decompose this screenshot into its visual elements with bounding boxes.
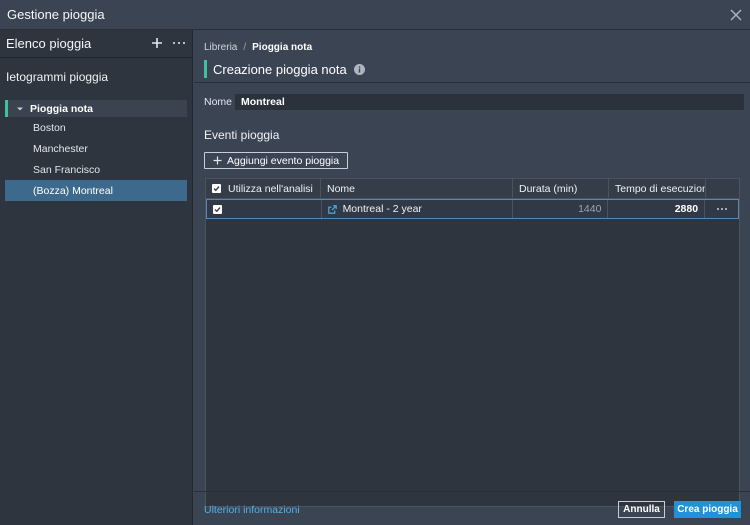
name-row: Nome	[204, 94, 744, 110]
window-title: Gestione pioggia	[7, 7, 105, 22]
page-title-text: Creazione pioggia nota	[213, 61, 347, 77]
more-info-link[interactable]: Ulteriori informazioni	[204, 504, 300, 516]
rain-events-table: Utilizza nell'analisi Nome Durata (min) …	[205, 178, 740, 507]
sidebar-title: Elenco pioggia	[6, 36, 92, 51]
info-icon[interactable]	[353, 63, 365, 75]
column-label: Utilizza nell'analisi	[228, 182, 313, 195]
sidebar-actions	[150, 36, 186, 50]
plus-icon	[213, 156, 222, 165]
rain-manager-window: Gestione pioggia Elenco pioggia Ietogram…	[0, 0, 750, 525]
table-header: Utilizza nell'analisi Nome Durata (min) …	[206, 179, 739, 199]
more-options-icon[interactable]	[172, 36, 186, 50]
table-row[interactable]: Montreal - 2 year 1440 2880	[206, 199, 739, 219]
tree-item-label: Pioggia nota	[30, 102, 93, 115]
more-options-icon[interactable]	[716, 207, 728, 211]
create-rain-button[interactable]: Crea pioggia	[674, 501, 741, 518]
event-name: Montreal - 2 year	[342, 203, 422, 215]
caret-down-icon[interactable]	[16, 105, 24, 113]
breadcrumb: Libreria / Pioggia nota	[204, 42, 312, 53]
add-icon[interactable]	[150, 36, 164, 50]
tree-item-manchester[interactable]: Manchester	[5, 138, 187, 159]
main-panel: Libreria / Pioggia nota Creazione pioggi…	[194, 30, 750, 525]
tree-item-boston[interactable]: Boston	[5, 117, 187, 138]
column-duration[interactable]: Durata (min)	[513, 179, 609, 198]
name-input[interactable]	[235, 94, 744, 110]
tree-item-montreal-draft[interactable]: (Bozza) Montreal	[5, 180, 187, 201]
column-actions	[706, 179, 739, 198]
external-link-icon[interactable]	[327, 204, 337, 214]
column-name[interactable]: Nome	[321, 179, 513, 198]
hyetographs-section-title: Ietogrammi pioggia	[6, 70, 109, 84]
select-all-checkbox[interactable]	[212, 184, 221, 193]
breadcrumb-separator: /	[243, 42, 247, 53]
breadcrumb-library[interactable]: Libreria	[204, 42, 237, 53]
rain-tree: Pioggia nota Boston Manchester San Franc…	[0, 100, 192, 201]
column-runtime[interactable]: Tempo di esecuzion...	[609, 179, 706, 198]
sidebar-header: Elenco pioggia	[0, 30, 192, 58]
breadcrumb-current: Pioggia nota	[252, 42, 313, 53]
close-icon[interactable]	[728, 7, 744, 23]
tree-item-known-rain[interactable]: Pioggia nota	[5, 100, 187, 117]
column-use-in-analysis[interactable]: Utilizza nell'analisi	[206, 179, 321, 198]
sidebar: Elenco pioggia Ietogrammi pioggia Pioggi…	[0, 30, 193, 525]
tree-item-san-francisco[interactable]: San Francisco	[5, 159, 187, 180]
use-cell	[207, 200, 322, 218]
add-rain-event-button[interactable]: Aggiungi evento pioggia	[204, 152, 349, 169]
title-bar: Gestione pioggia	[0, 0, 750, 30]
runtime-cell: 2880	[608, 200, 706, 218]
name-label: Nome	[204, 96, 233, 108]
add-rain-event-label: Aggiungi evento pioggia	[227, 154, 340, 167]
footer-divider	[194, 491, 750, 492]
name-cell: Montreal - 2 year	[322, 200, 513, 218]
rain-events-title: Eventi pioggia	[204, 128, 280, 142]
header-divider	[194, 82, 750, 83]
page-title: Creazione pioggia nota	[204, 60, 365, 78]
use-in-analysis-checkbox[interactable]	[213, 204, 222, 214]
duration-cell: 1440	[513, 200, 609, 218]
row-more-options[interactable]	[705, 200, 738, 218]
cancel-button[interactable]: Annulla	[618, 501, 665, 518]
